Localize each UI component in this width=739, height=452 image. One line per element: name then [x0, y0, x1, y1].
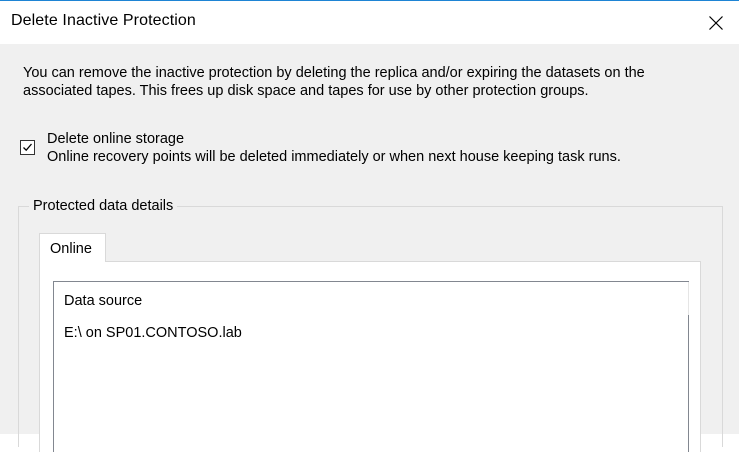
delete-online-storage-label[interactable]: Delete online storage: [47, 130, 184, 148]
close-icon: [709, 15, 723, 30]
column-header-data-source[interactable]: Data source: [64, 292, 142, 310]
checkmark-icon: [23, 143, 32, 152]
description-line-2: associated tapes. This frees up disk spa…: [23, 83, 589, 99]
group-label: Protected data details: [29, 197, 178, 215]
delete-online-storage-option[interactable]: Delete online storage Online recovery po…: [20, 130, 720, 170]
window-title: Delete Inactive Protection: [11, 12, 196, 29]
title-bar: Delete Inactive Protection: [0, 0, 739, 44]
protected-data-details-group: Protected data details Online Data sourc…: [18, 197, 723, 452]
delete-online-storage-checkbox[interactable]: [20, 140, 35, 155]
list-item[interactable]: E:\ on SP01.CONTOSO.lab: [64, 324, 242, 342]
tab-online-label: Online: [50, 241, 92, 257]
close-button[interactable]: [693, 1, 739, 44]
column-divider: [688, 282, 689, 315]
description-line-1: You can remove the inactive protection b…: [23, 65, 645, 81]
tab-panel-online: Data source E:\ on SP01.CONTOSO.lab: [39, 261, 701, 452]
data-source-list[interactable]: Data source E:\ on SP01.CONTOSO.lab: [53, 281, 689, 452]
delete-online-storage-description: Online recovery points will be deleted i…: [47, 149, 621, 165]
description-text: You can remove the inactive protection b…: [23, 64, 728, 100]
tab-online[interactable]: Online: [39, 233, 106, 262]
dialog-body: You can remove the inactive protection b…: [0, 44, 739, 452]
